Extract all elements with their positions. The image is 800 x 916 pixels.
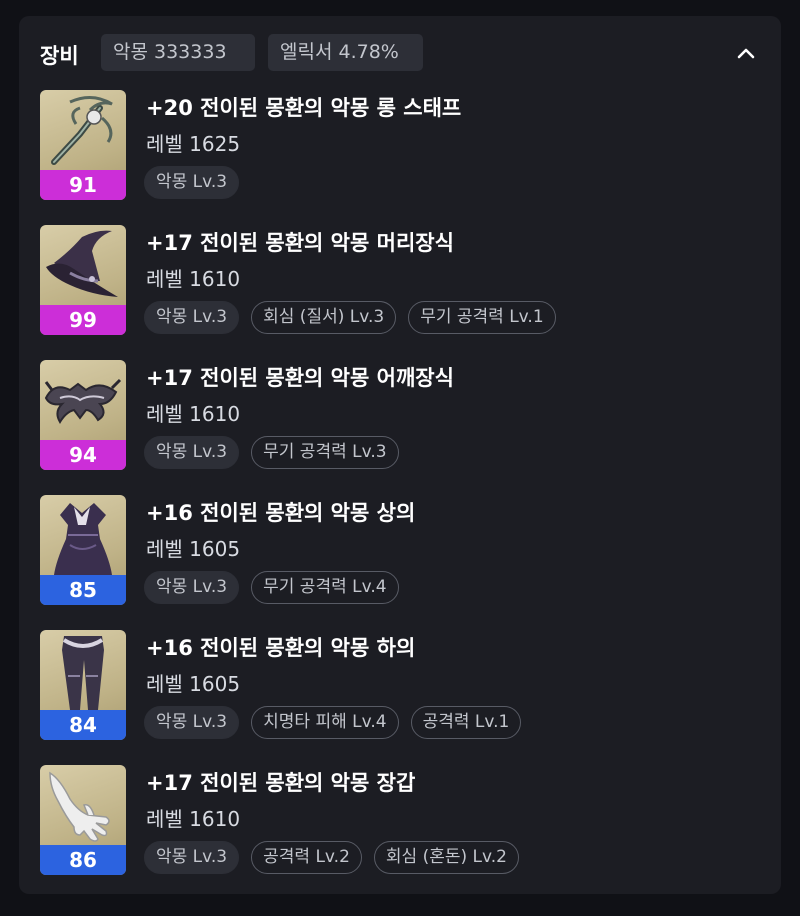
- item-tag: 악몽 Lv.3: [144, 301, 240, 334]
- item-thumbnail: 86: [40, 765, 126, 875]
- dress-icon: [54, 503, 112, 575]
- item-grade-badge: 99: [40, 305, 126, 335]
- item-tag: 악몽 Lv.3: [144, 841, 240, 874]
- witch-hat-icon: [46, 230, 118, 297]
- item-tag: 악몽 Lv.3: [144, 571, 240, 604]
- item-tag: 공격력 Lv.2: [251, 841, 362, 874]
- equipment-item[interactable]: 91 +20 전이된 몽환의 악몽 롱 스태프 레벨 1625 악몽 Lv.3: [40, 90, 760, 202]
- item-level: 레벨 1625: [146, 132, 241, 156]
- shoulder-armor-icon: [44, 378, 122, 424]
- item-tag: 무기 공격력 Lv.4: [251, 571, 399, 604]
- item-level: 레벨 1610: [146, 807, 241, 831]
- item-tags: 악몽 Lv.3 치명타 피해 Lv.4 공격력 Lv.1: [144, 706, 522, 739]
- item-tag: 회심 (혼돈) Lv.2: [373, 841, 519, 874]
- equipment-item[interactable]: 86 +17 전이된 몽환의 악몽 장갑 레벨 1610 악몽 Lv.3 공격력…: [40, 765, 760, 877]
- item-grade-badge: 85: [40, 575, 126, 605]
- item-tags: 악몽 Lv.3 회심 (질서) Lv.3 무기 공격력 Lv.1: [144, 301, 556, 334]
- item-grade-badge: 84: [40, 710, 126, 740]
- equipment-item[interactable]: 85 +16 전이된 몽환의 악몽 상의 레벨 1605 악몽 Lv.3 무기 …: [40, 495, 760, 607]
- item-grade-badge: 94: [40, 440, 126, 470]
- section-title: 장비: [40, 44, 79, 68]
- item-name: +17 전이된 몽환의 악몽 어깨장식: [146, 366, 454, 390]
- item-grade-badge: 91: [40, 170, 126, 200]
- item-thumbnail: 99: [40, 225, 126, 335]
- glove-icon: [49, 771, 110, 842]
- equipment-header[interactable]: 장비 악몽 333333 엘릭서 4.78%: [19, 16, 781, 90]
- item-name: +20 전이된 몽환의 악몽 롱 스태프: [146, 96, 462, 120]
- item-name: +17 전이된 몽환의 악몽 장갑: [146, 771, 416, 795]
- equipment-item[interactable]: 84 +16 전이된 몽환의 악몽 하의 레벨 1605 악몽 Lv.3 치명타…: [40, 630, 760, 742]
- item-name: +17 전이된 몽환의 악몽 머리장식: [146, 231, 454, 255]
- item-level: 레벨 1610: [146, 267, 241, 291]
- item-tag: 무기 공격력 Lv.1: [408, 301, 556, 334]
- chevron-up-icon: [737, 48, 755, 59]
- item-thumbnail: 94: [40, 360, 126, 470]
- item-tag: 악몽 Lv.3: [144, 166, 240, 199]
- equipment-item[interactable]: 99 +17 전이된 몽환의 악몽 머리장식 레벨 1610 악몽 Lv.3 회…: [40, 225, 760, 337]
- item-tag: 회심 (질서) Lv.3: [251, 301, 397, 334]
- equipment-item[interactable]: 94 +17 전이된 몽환의 악몽 어깨장식 레벨 1610 악몽 Lv.3 무…: [40, 360, 760, 472]
- elixir-stat-badge: 엘릭서 4.78%: [268, 34, 423, 71]
- item-level: 레벨 1605: [146, 537, 241, 561]
- item-tags: 악몽 Lv.3 무기 공격력 Lv.3: [144, 436, 399, 469]
- item-tag: 치명타 피해 Lv.4: [251, 706, 399, 739]
- item-name: +16 전이된 몽환의 악몽 상의: [146, 501, 416, 525]
- collapse-button[interactable]: [731, 40, 761, 66]
- item-thumbnail: 85: [40, 495, 126, 605]
- item-level: 레벨 1610: [146, 402, 241, 426]
- item-tags: 악몽 Lv.3: [144, 166, 240, 199]
- staff-icon: [51, 96, 113, 165]
- item-tags: 악몽 Lv.3 무기 공격력 Lv.4: [144, 571, 399, 604]
- item-tags: 악몽 Lv.3 공격력 Lv.2 회심 (혼돈) Lv.2: [144, 841, 519, 874]
- item-tag: 무기 공격력 Lv.3: [251, 436, 399, 469]
- nightmare-stat-badge: 악몽 333333: [101, 34, 255, 71]
- item-grade-badge: 86: [40, 845, 126, 875]
- item-thumbnail: 84: [40, 630, 126, 740]
- item-tag: 공격력 Lv.1: [410, 706, 522, 739]
- pants-icon: [62, 636, 104, 710]
- equipment-panel: 장비 악몽 333333 엘릭서 4.78% 91 +20 전이된 몽환의 악몽…: [19, 16, 781, 894]
- item-thumbnail: 91: [40, 90, 126, 200]
- item-tag: 악몽 Lv.3: [144, 706, 240, 739]
- item-tag: 악몽 Lv.3: [144, 436, 240, 469]
- item-level: 레벨 1605: [146, 672, 241, 696]
- item-name: +16 전이된 몽환의 악몽 하의: [146, 636, 416, 660]
